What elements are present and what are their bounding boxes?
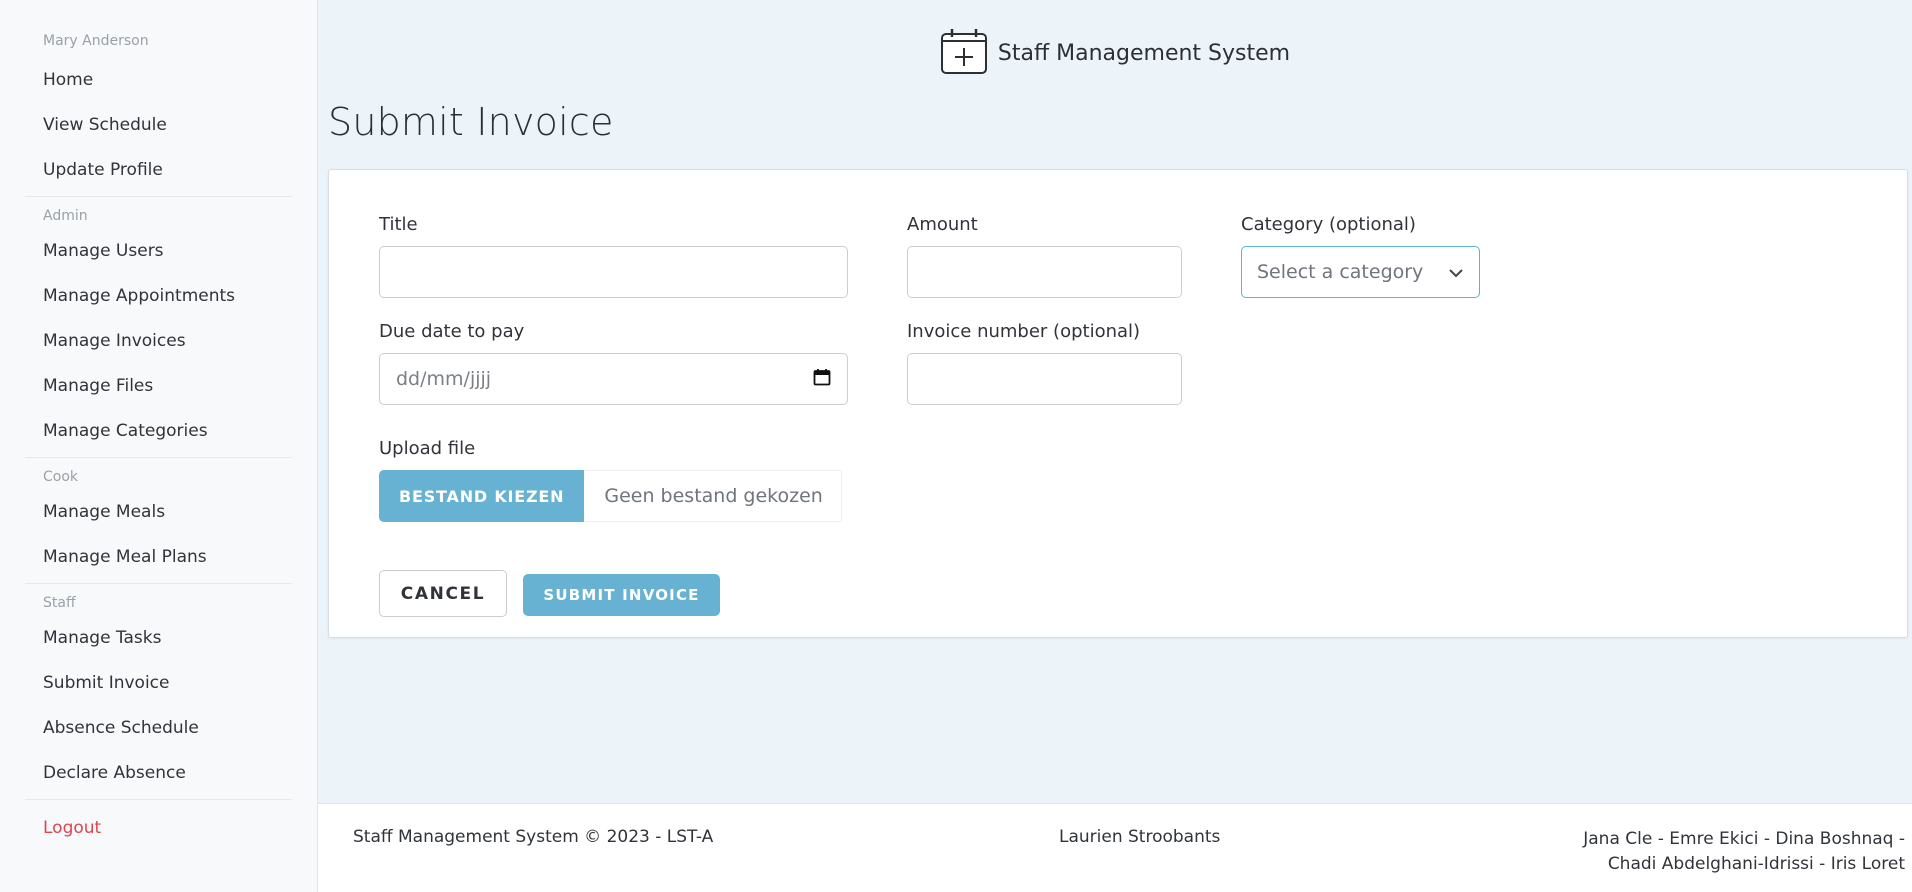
app-header: Staff Management System xyxy=(318,28,1912,78)
sidebar-section-staff: Staff xyxy=(43,595,76,611)
sidebar-item-declare-absence[interactable]: Declare Absence xyxy=(0,751,317,796)
amount-input[interactable] xyxy=(907,246,1182,298)
footer-team-line: Jana Cle - Emre Ekici - Dina Boshnaq - xyxy=(1583,829,1905,849)
amount-label: Amount xyxy=(907,214,978,235)
upload-file-label: Upload file xyxy=(379,438,476,459)
sidebar-item-home[interactable]: Home xyxy=(0,58,317,103)
sidebar-divider xyxy=(25,583,292,584)
invoice-form-card: Title Amount Category (optional) Select … xyxy=(328,169,1908,638)
sidebar: Mary Anderson Home View Schedule Update … xyxy=(0,0,318,892)
sidebar-item-manage-invoices[interactable]: Manage Invoices xyxy=(0,319,317,364)
footer: Staff Management System © 2023 - LST-A L… xyxy=(318,803,1912,892)
sidebar-item-absence-schedule[interactable]: Absence Schedule xyxy=(0,706,317,751)
sidebar-item-view-schedule[interactable]: View Schedule xyxy=(0,103,317,148)
title-input[interactable] xyxy=(379,246,848,298)
calendar-plus-icon[interactable] xyxy=(940,27,988,79)
sidebar-divider xyxy=(25,196,292,197)
sidebar-item-manage-appointments[interactable]: Manage Appointments xyxy=(0,274,317,319)
sidebar-item-update-profile[interactable]: Update Profile xyxy=(0,148,317,193)
sidebar-item-manage-tasks[interactable]: Manage Tasks xyxy=(0,616,317,661)
sidebar-item-manage-categories[interactable]: Manage Categories xyxy=(0,409,317,454)
file-status-text: Geen bestand gekozen xyxy=(584,470,843,522)
category-label: Category (optional) xyxy=(1241,214,1416,235)
sidebar-item-logout[interactable]: Logout xyxy=(0,806,317,851)
page-title: Submit Invoice xyxy=(328,100,614,144)
file-upload-control[interactable]: BESTAND KIEZEN Geen bestand gekozen xyxy=(379,470,843,522)
due-date-placeholder: dd/mm/jjjj xyxy=(396,368,492,390)
calendar-icon[interactable] xyxy=(813,368,831,391)
due-date-input[interactable]: dd/mm/jjjj xyxy=(379,353,848,405)
sidebar-item-manage-meals[interactable]: Manage Meals xyxy=(0,490,317,535)
main-content: Staff Management System Submit Invoice T… xyxy=(318,0,1912,892)
sidebar-section-admin: Admin xyxy=(43,208,88,224)
category-select[interactable]: Select a category xyxy=(1241,246,1480,298)
title-label: Title xyxy=(379,214,418,235)
sidebar-item-submit-invoice[interactable]: Submit Invoice xyxy=(0,661,317,706)
sidebar-divider xyxy=(25,799,292,800)
footer-team-line: Chadi Abdelghani-Idrissi - Iris Loret xyxy=(1607,854,1905,874)
footer-copyright: Staff Management System © 2023 - LST-A xyxy=(353,827,714,847)
sidebar-section-cook: Cook xyxy=(43,469,79,485)
chevron-down-icon xyxy=(1448,261,1464,283)
cancel-button[interactable]: CANCEL xyxy=(379,570,507,617)
sidebar-item-manage-files[interactable]: Manage Files xyxy=(0,364,317,409)
footer-center-name: Laurien Stroobants xyxy=(1059,827,1221,847)
sidebar-divider xyxy=(25,457,292,458)
invoice-number-label: Invoice number (optional) xyxy=(907,321,1141,342)
footer-team: Jana Cle - Emre Ekici - Dina Boshnaq - C… xyxy=(1565,827,1905,877)
sidebar-item-manage-meal-plans[interactable]: Manage Meal Plans xyxy=(0,535,317,580)
submit-invoice-button[interactable]: SUBMIT INVOICE xyxy=(523,574,720,616)
choose-file-button[interactable]: BESTAND KIEZEN xyxy=(379,470,585,522)
invoice-number-input[interactable] xyxy=(907,353,1182,405)
category-selected-value: Select a category xyxy=(1257,261,1424,283)
app-title[interactable]: Staff Management System xyxy=(998,41,1290,66)
sidebar-user-name: Mary Anderson xyxy=(43,33,149,49)
sidebar-item-manage-users[interactable]: Manage Users xyxy=(0,229,317,274)
due-date-label: Due date to pay xyxy=(379,321,525,342)
